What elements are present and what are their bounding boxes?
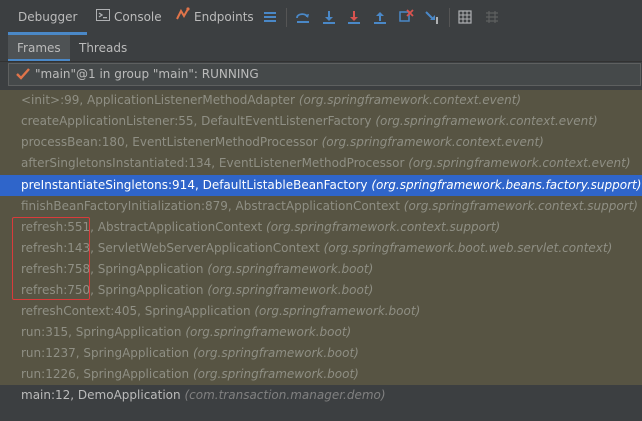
tab-console[interactable]: Console (96, 0, 162, 35)
step-out-icon[interactable] (372, 9, 388, 25)
trace-current-stream-icon[interactable] (484, 9, 500, 25)
tab-threads[interactable]: Threads (70, 35, 136, 61)
thread-selector[interactable]: "main"@1 in group "main": RUNNING (8, 63, 641, 86)
frame-row[interactable]: <init>:99, ApplicationListenerMethodAdap… (0, 90, 642, 111)
debug-toolbar: Debugger Console Endpoints (0, 0, 642, 36)
tab-threads-label: Threads (79, 41, 128, 55)
frame-row[interactable]: main:12, DemoApplication (com.transactio… (0, 385, 642, 421)
frame-package: (org.springframework.boot) (192, 367, 359, 381)
frame-row[interactable]: run:315, SpringApplication (org.springfr… (0, 322, 642, 343)
frame-package: (org.springframework.boot.web.servlet.co… (323, 241, 613, 255)
thread-status-text: "main"@1 in group "main": RUNNING (35, 67, 259, 81)
toolbar-separator (286, 8, 287, 27)
tab-debugger-label: Debugger (18, 10, 78, 24)
step-over-icon[interactable] (321, 9, 337, 25)
frame-method: main:12, DemoApplication (21, 388, 181, 402)
frame-package: (org.springframework.context.event) (375, 114, 598, 128)
frame-package: (org.springframework.boot) (192, 346, 359, 360)
frame-row[interactable]: refresh:143, ServletWebServerApplication… (0, 238, 642, 259)
checkmark-icon (16, 68, 30, 83)
annotation-highlight-box (12, 217, 90, 300)
run-to-cursor-icon[interactable] (424, 9, 440, 25)
frame-row-selected[interactable]: preInstantiateSingletons:914, DefaultLis… (0, 175, 642, 196)
console-icon (96, 0, 110, 35)
frame-method: <init>:99, ApplicationListenerMethodAdap… (21, 93, 295, 107)
frame-method: run:315, SpringApplication (21, 325, 182, 339)
frame-row[interactable]: afterSingletonsInstantiated:134, EventLi… (0, 153, 642, 174)
frame-package: (org.springframework.boot) (185, 325, 352, 339)
frame-method: run:1237, SpringApplication (21, 346, 190, 360)
frame-method: preInstantiateSingletons:914, DefaultLis… (21, 178, 368, 192)
frame-package: (org.springframework.context.event) (408, 156, 631, 170)
tab-frames[interactable]: Frames (8, 35, 70, 61)
frame-row[interactable]: run:1226, SpringApplication (org.springf… (0, 364, 642, 385)
frame-row[interactable]: createApplicationListener:55, DefaultEve… (0, 111, 642, 132)
evaluate-expression-icon[interactable] (457, 9, 473, 25)
frame-row[interactable]: refreshContext:405, SpringApplication (o… (0, 301, 642, 322)
frame-package: (org.springframework.boot) (207, 262, 374, 276)
toolbar-separator (449, 8, 450, 27)
frames-list: <init>:99, ApplicationListenerMethodAdap… (0, 90, 642, 421)
frame-package: (org.springframework.boot) (207, 283, 374, 297)
frame-package: (org.springframework.context.support) (266, 220, 501, 234)
frame-method: processBean:180, EventListenerMethodProc… (21, 135, 318, 149)
frame-package: (com.transaction.manager.demo) (184, 388, 386, 402)
frame-package: (org.springframework.context.event) (298, 93, 522, 107)
frame-row[interactable]: refresh:758, SpringApplication (org.spri… (0, 259, 642, 280)
endpoints-icon (176, 0, 190, 35)
show-execution-point-icon[interactable] (295, 9, 311, 25)
tab-endpoints[interactable]: Endpoints (176, 0, 254, 35)
step-into-icon[interactable] (346, 9, 362, 25)
frame-package: (org.springframework.boot) (254, 304, 421, 318)
frame-method: afterSingletonsInstantiated:134, EventLi… (21, 156, 405, 170)
frames-threads-tabs: Frames Threads (0, 35, 642, 62)
frame-row[interactable]: run:1237, SpringApplication (org.springf… (0, 343, 642, 364)
frame-package: (org.springframework.context.support) (403, 199, 638, 213)
tab-console-label: Console (114, 10, 162, 24)
frame-method: finishBeanFactoryInitialization:879, Abs… (21, 199, 400, 213)
frame-method: createApplicationListener:55, DefaultEve… (21, 114, 372, 128)
tab-debugger[interactable]: Debugger (8, 0, 88, 35)
menu-icon[interactable] (262, 9, 278, 25)
frame-row[interactable]: finishBeanFactoryInitialization:879, Abs… (0, 196, 642, 217)
frame-method: run:1226, SpringApplication (21, 367, 190, 381)
frame-method: refreshContext:405, SpringApplication (21, 304, 251, 318)
frame-row[interactable]: refresh:551, AbstractApplicationContext … (0, 217, 642, 238)
tab-endpoints-label: Endpoints (194, 10, 254, 24)
drop-frame-icon[interactable] (398, 9, 414, 25)
frame-row[interactable]: processBean:180, EventListenerMethodProc… (0, 132, 642, 153)
frame-row[interactable]: refresh:750, SpringApplication (org.spri… (0, 280, 642, 301)
frame-package: (org.springframework.context.event) (321, 135, 544, 149)
frame-package: (org.springframework.beans.factory.suppo… (371, 178, 642, 192)
tab-frames-label: Frames (17, 41, 61, 55)
